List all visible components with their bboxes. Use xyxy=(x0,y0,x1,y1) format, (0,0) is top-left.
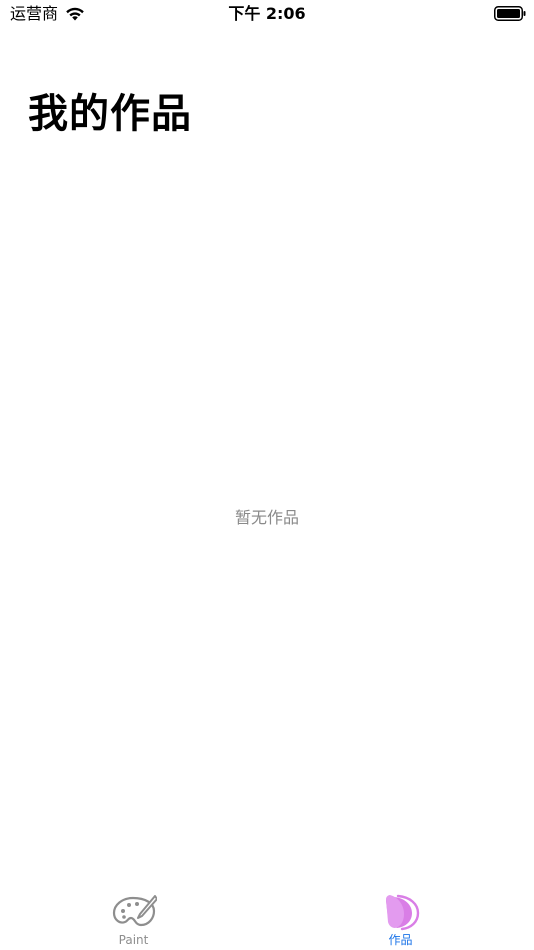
status-time: 下午 2:06 xyxy=(228,4,306,23)
gallery-icon xyxy=(385,894,419,931)
page-title: 我的作品 xyxy=(28,91,192,137)
empty-state-message: 暂无作品 xyxy=(234,508,299,527)
palette-icon xyxy=(112,895,157,927)
tab-paint[interactable]: Paint xyxy=(0,888,267,950)
battery-icon xyxy=(494,6,526,21)
tab-works[interactable]: 作品 xyxy=(267,888,534,950)
status-bar: 运营商 下午 2:06 xyxy=(0,0,534,28)
tab-works-label: 作品 xyxy=(388,933,413,947)
tab-paint-label: Paint xyxy=(118,933,149,947)
tab-bar: Paint 作品 xyxy=(0,888,534,950)
